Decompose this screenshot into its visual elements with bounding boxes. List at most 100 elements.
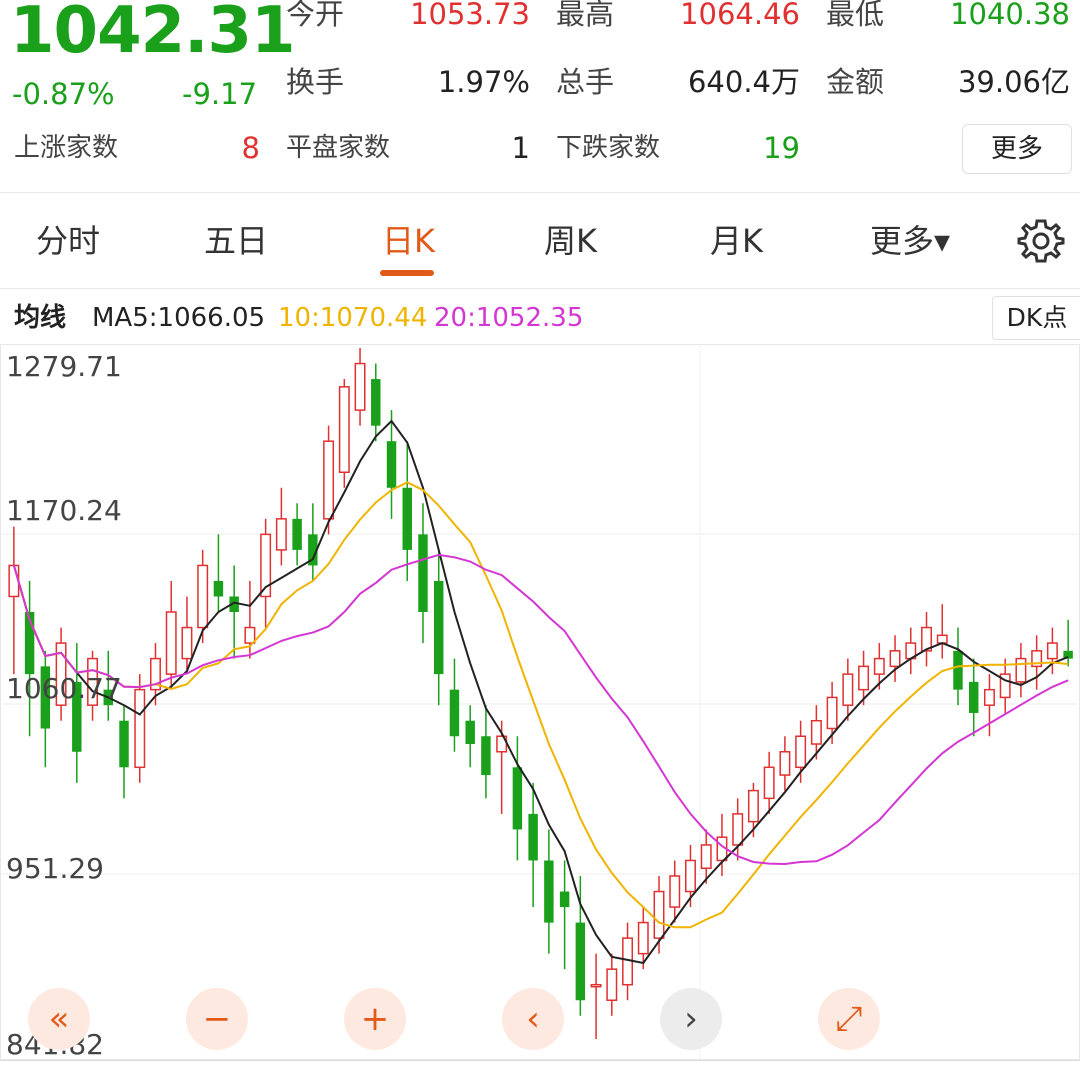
candle-body [371,379,381,426]
candle-body [858,665,870,691]
candle-body [700,844,712,869]
candle-body [481,736,491,776]
candle-body [953,650,963,690]
candle-body [244,626,256,644]
ma-label: 均线 [14,303,67,333]
turnover-label: 换手 [286,65,345,99]
flat-count-label: 平盘家数 [286,133,391,163]
divider [0,288,1080,289]
tab-daily-k[interactable]: 日K [382,218,435,264]
candle-body [8,564,20,598]
volume-label: 总手 [556,65,615,99]
turnover-value: 1.97% [437,65,530,99]
candle-body [323,440,335,520]
candle-body [969,681,979,713]
expand-icon[interactable]: ⤢ [818,988,880,1050]
ma5-value: MA5:1066.05 [92,303,266,333]
y-tick-label: 1279.71 [6,350,122,383]
ma10-value: 10:1070.44 [278,303,428,333]
candle-body [275,518,287,551]
candle-body [512,767,523,830]
open-value: 1053.73 [410,0,530,31]
candle-body [936,634,948,644]
candle-body [528,813,538,861]
tab-five-day[interactable]: 五日 [204,218,268,264]
chart-grid [0,344,1080,1060]
open-label: 今开 [286,0,345,31]
ma20-value: 20:1052.35 [434,303,584,333]
amount-value: 39.06亿 [957,65,1070,99]
down-count-value: 19 [763,131,800,165]
chart-frame [0,344,1080,1060]
minus-icon[interactable]: − [186,988,248,1050]
candle-body [354,362,366,411]
candle-body [795,735,807,769]
candle-body [826,696,838,730]
candle-body [669,875,681,908]
amount-label: 金额 [826,65,885,99]
dk-point-button[interactable]: DK点 [992,296,1080,340]
low-label: 最低 [826,0,885,31]
high-label: 最高 [556,0,615,31]
bottom-strip [0,1060,1080,1079]
candle-body [779,751,791,776]
candle-body [763,766,775,800]
candle-body [338,386,350,474]
current-price: 1042.31 [10,0,295,68]
ma10-line [12,481,1069,929]
candle-body [119,720,129,768]
candle-body [889,650,901,668]
candle-body [873,657,885,675]
kline-chart[interactable] [0,344,1080,1060]
high-value: 1064.46 [680,0,800,31]
candle-body [637,921,649,955]
ma-lines [12,419,1069,965]
candle-body [418,534,428,613]
tab-weekly-k[interactable]: 周K [544,218,597,264]
candle-body [653,890,665,939]
candle-body [449,689,460,737]
candle-body [386,441,397,488]
candle-body [292,518,302,550]
chevron-left-icon[interactable]: ‹ [502,988,564,1050]
candle-body [134,688,146,769]
change-value: -9.17 [182,77,258,111]
candle-body [685,859,696,893]
tab-intraday[interactable]: 分时 [36,218,100,264]
active-tab-indicator [380,270,434,276]
divider [0,192,1080,193]
candle-body [590,983,602,988]
chevron-right-icon[interactable]: › [660,988,722,1050]
plus-icon[interactable]: + [344,988,406,1050]
candle-body [983,688,995,706]
up-count-label: 上涨家数 [14,133,119,163]
candle-body [559,891,570,908]
candle-body [165,611,177,675]
flat-count-value: 1 [511,131,530,165]
candle-body [213,580,224,597]
quote-more-button[interactable]: 更多 [962,124,1072,174]
down-count-label: 下跌家数 [556,133,661,163]
change-percent: -0.87% [12,77,115,111]
ma20-line [12,553,1069,866]
candle-body [575,922,586,1001]
candle-body [1015,657,1027,683]
candle-body [732,813,744,846]
tab-more[interactable]: 更多▾ [870,218,950,264]
y-tick-label: 1170.24 [6,494,122,527]
y-tick-label: 951.29 [6,852,104,885]
low-value: 1040.38 [950,0,1070,31]
candle-body [810,719,822,745]
candle-body [544,860,554,923]
up-count-value: 8 [241,131,260,165]
candle-body [181,626,193,660]
ma5-line [12,419,1069,965]
y-tick-label: 1060.77 [6,672,122,705]
candle-body [197,564,209,629]
tab-monthly-k[interactable]: 月K [710,218,763,264]
candle-body [465,720,475,745]
candle-body [747,789,759,823]
gear-icon[interactable] [1016,216,1066,266]
candle-body [1046,642,1058,660]
double-chevron-left-icon[interactable]: « [28,988,90,1050]
